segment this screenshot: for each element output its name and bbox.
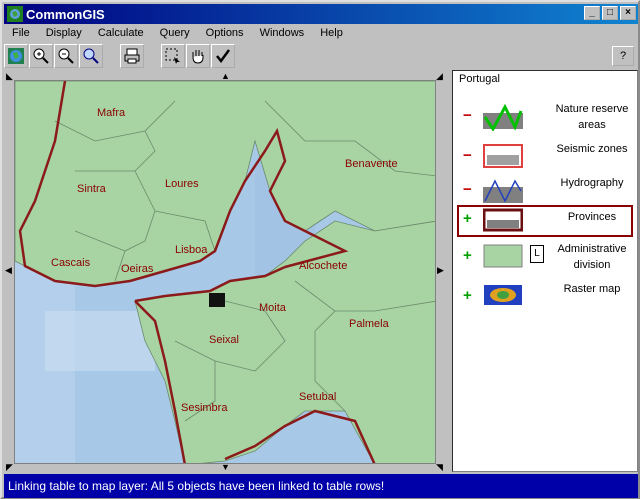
menu-bar: File Display Calculate Query Options Win… xyxy=(4,25,351,43)
legend-label-raster: Raster map xyxy=(563,283,621,295)
admin-icon xyxy=(483,244,523,268)
minimize-button[interactable]: _ xyxy=(584,6,600,20)
scroll-down-right-arrow[interactable]: ◥ xyxy=(436,463,443,472)
legend-label-seismic: Seismic zones xyxy=(556,143,628,155)
layer-toggle-hydrography[interactable]: − xyxy=(463,181,472,198)
legend-label-provinces: Provinces xyxy=(567,211,617,223)
printer-icon xyxy=(124,48,140,64)
app-globe-icon xyxy=(7,6,23,22)
close-button[interactable]: × xyxy=(620,6,636,20)
nature-reserve-icon xyxy=(483,103,523,131)
place-label-benavente: Benavente xyxy=(345,158,398,170)
legend-row-raster[interactable]: + Raster map xyxy=(453,281,639,315)
scroll-down-left-arrow[interactable]: ◤ xyxy=(6,463,13,472)
scroll-right-arrow[interactable]: ▶ xyxy=(437,266,444,275)
legend-label-nature-reserve: Nature reserve areas xyxy=(555,103,629,131)
legend-panel: Portugal − Nature reserve areas − Seismi… xyxy=(452,70,638,472)
layer-toggle-raster[interactable]: + xyxy=(463,287,472,304)
place-label-sintra: Sintra xyxy=(77,183,107,195)
legend-label-hydrography: Hydrography xyxy=(560,177,624,189)
map-canvas[interactable]: Mafra Sintra Loures Benavente Lisboa Cascais O… xyxy=(14,80,436,464)
layer-toggle-nature-reserve[interactable]: − xyxy=(463,107,472,124)
scroll-up-left-arrow[interactable]: ◣ xyxy=(6,72,13,81)
label-toggle-badge[interactable]: L xyxy=(530,245,544,263)
zoom-out-button[interactable] xyxy=(54,44,78,68)
select-rectangle-icon xyxy=(165,48,180,64)
scroll-up-right-arrow[interactable]: ◢ xyxy=(436,72,443,81)
checkmark-icon xyxy=(216,49,231,64)
seismic-icon xyxy=(483,144,523,168)
scroll-down-arrow[interactable]: ▼ xyxy=(221,463,230,472)
main-window: CommonGIS _ □ × File Display Calculate Q… xyxy=(0,0,640,499)
print-button[interactable] xyxy=(120,44,144,68)
legend-row-seismic[interactable]: − Seismic zones xyxy=(453,141,639,175)
apply-button[interactable] xyxy=(211,44,235,68)
title-bar[interactable]: CommonGIS _ □ × xyxy=(4,4,638,24)
place-label-setubal: Setubal xyxy=(299,391,336,403)
help-button[interactable]: ? xyxy=(612,46,634,66)
legend-label-admin: Administrative division xyxy=(557,243,627,271)
menu-display[interactable]: Display xyxy=(38,25,90,43)
legend-row-hydrography[interactable]: − Hydrography xyxy=(453,175,639,209)
zoom-in-icon xyxy=(33,48,49,64)
place-label-seixal: Seixal xyxy=(209,334,239,346)
menu-calculate[interactable]: Calculate xyxy=(90,25,152,43)
map-svg[interactable]: Mafra Sintra Loures Benavente Lisboa Cascais O… xyxy=(15,81,436,464)
hydrography-icon xyxy=(483,179,523,203)
raster-dark-spot xyxy=(209,293,225,307)
window-title: CommonGIS xyxy=(26,6,105,22)
provinces-icon xyxy=(483,208,523,232)
menu-windows[interactable]: Windows xyxy=(252,25,313,43)
place-label-cascais: Cascais xyxy=(51,257,91,269)
layer-toggle-admin[interactable]: + xyxy=(463,247,472,264)
raster-icon xyxy=(484,285,522,305)
hand-icon xyxy=(192,50,204,64)
full-extent-button[interactable] xyxy=(4,44,28,68)
layer-toggle-seismic[interactable]: − xyxy=(463,147,472,164)
pan-button[interactable] xyxy=(186,44,210,68)
legend-row-provinces[interactable]: + Provinces xyxy=(457,205,633,237)
place-label-lisboa: Lisboa xyxy=(175,244,208,256)
menu-query[interactable]: Query xyxy=(152,25,198,43)
legend-row-admin[interactable]: + L Administrative division xyxy=(453,241,639,275)
place-label-mafra: Mafra xyxy=(97,107,126,119)
globe-map-icon xyxy=(8,48,24,64)
place-label-sesimbra: Sesimbra xyxy=(181,402,228,414)
status-bar: Linking table to map layer: All 5 object… xyxy=(4,474,638,498)
place-label-oeiras: Oeiras xyxy=(121,263,154,275)
maximize-button[interactable]: □ xyxy=(602,6,618,20)
zoom-out-icon xyxy=(58,48,74,64)
scroll-left-arrow[interactable]: ◀ xyxy=(5,266,12,275)
legend-row-nature-reserve[interactable]: − Nature reserve areas xyxy=(453,101,639,135)
zoom-hand-icon xyxy=(83,48,99,64)
place-label-moita: Moita xyxy=(259,302,287,314)
zoom-select-button[interactable] xyxy=(79,44,103,68)
toolbar xyxy=(4,43,638,69)
menu-file[interactable]: File xyxy=(4,25,38,43)
layer-toggle-provinces[interactable]: + xyxy=(463,210,472,227)
menu-help[interactable]: Help xyxy=(312,25,351,43)
place-label-palmela: Palmela xyxy=(349,318,390,330)
map-frame: ◣ ▲ ◢ ◀ ▶ ◤ ▼ ◥ Mafra Sintra Loures Bena… xyxy=(4,70,446,472)
zoom-in-button[interactable] xyxy=(29,44,53,68)
menu-options[interactable]: Options xyxy=(198,25,252,43)
place-label-alcochete: Alcochete xyxy=(299,260,347,272)
place-label-loures: Loures xyxy=(165,178,199,190)
legend-country: Portugal xyxy=(459,73,500,85)
select-button[interactable] xyxy=(161,44,185,68)
